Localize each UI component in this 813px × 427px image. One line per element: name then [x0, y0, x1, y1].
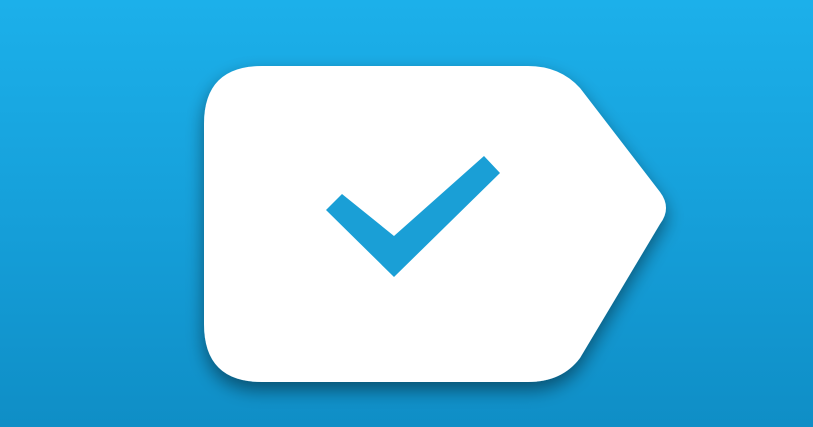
tag-checkmark-icon: [204, 66, 666, 382]
logo: [0, 0, 813, 427]
app-splash-background: [0, 0, 813, 427]
